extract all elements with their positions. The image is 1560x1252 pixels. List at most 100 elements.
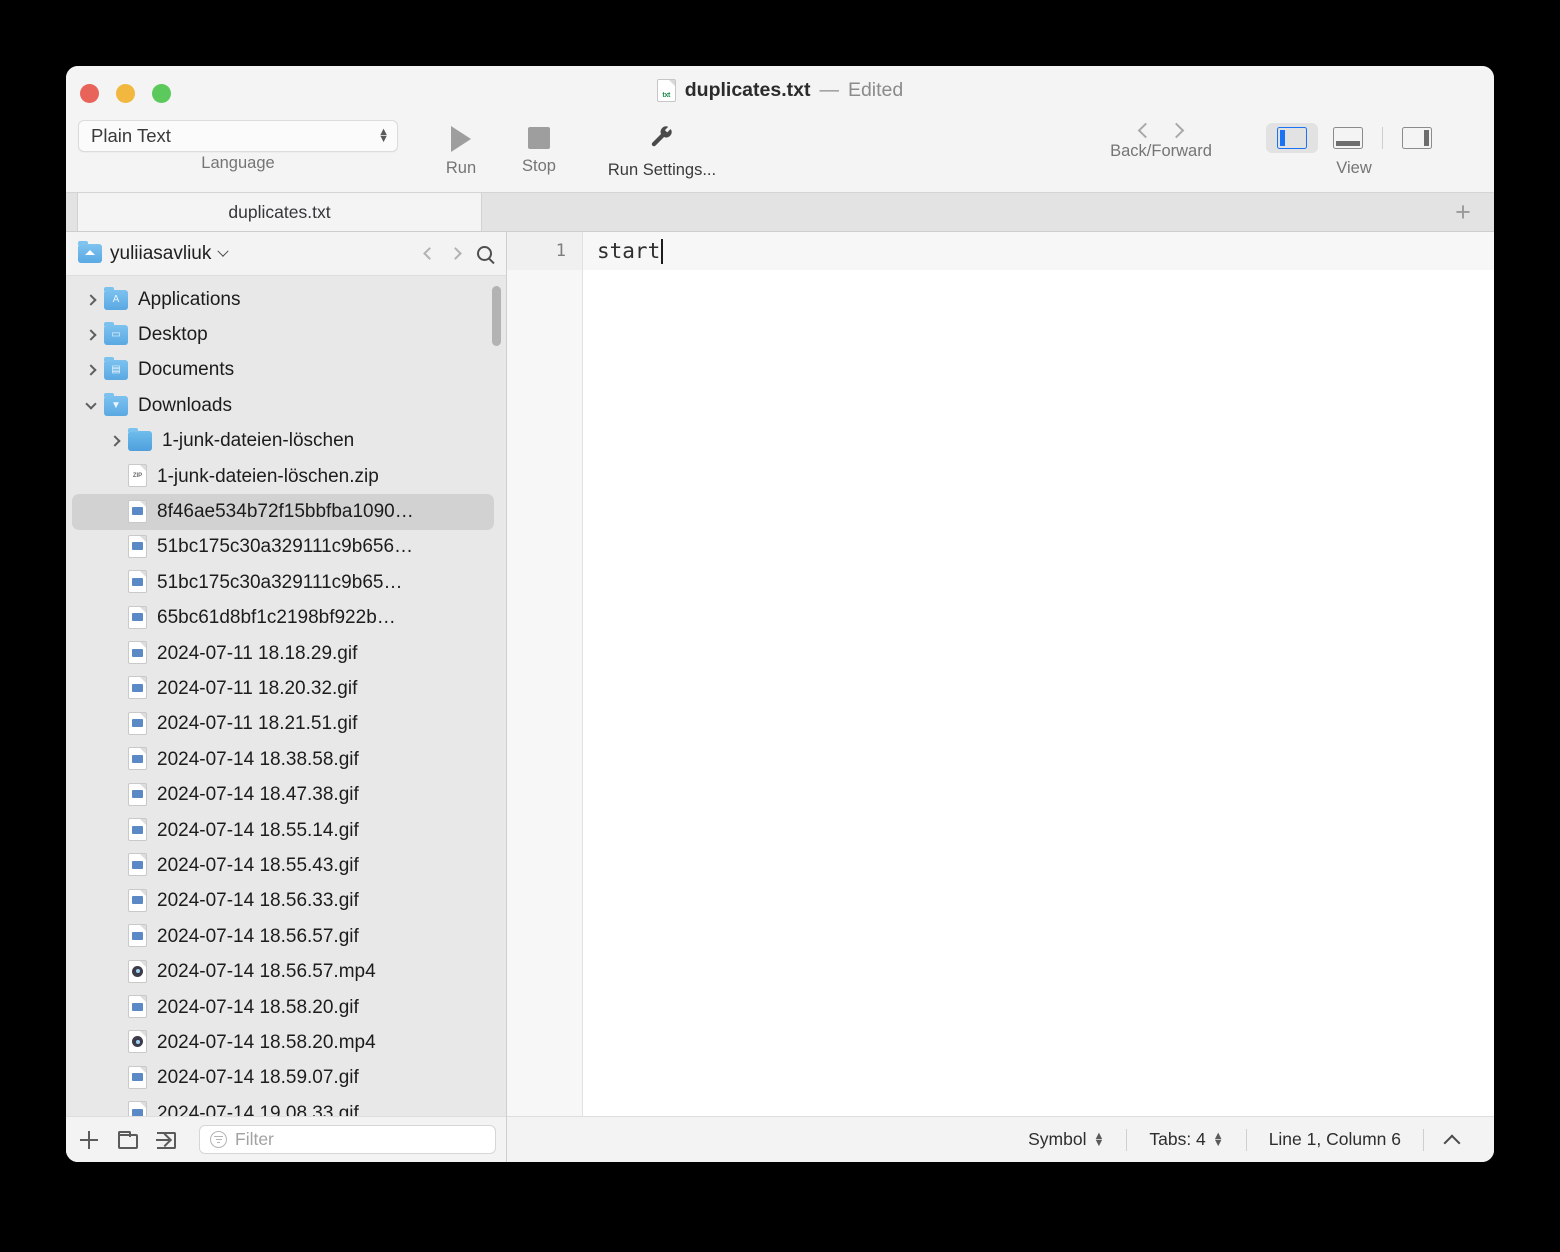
tab-duplicates-txt[interactable]: duplicates.txt [78,193,482,231]
file-tree-row[interactable]: 65bc61d8bf1c2198bf922b… [66,601,506,636]
file-tree-row[interactable]: 51bc175c30a329111c9b656… [66,530,506,565]
file-tree-row[interactable]: 2024-07-14 18.55.14.gif [66,813,506,848]
status-bar: Symbol ▲ ▼ Tabs: 4 ▲ ▼ Line 1, Column 6 [507,1116,1494,1162]
file-tree-row-label: Downloads [138,394,232,416]
sidebar: yuliiasavliuk A Applications ▭ Desktop ▤ Docu… [66,232,507,1162]
forward-button[interactable] [1168,122,1185,139]
file-tree-row-label: 2024-07-14 18.58.20.gif [157,996,359,1018]
file-tree-row-label: 2024-07-14 19.08.33.gif [157,1102,359,1116]
folder-icon: A [104,286,128,310]
sidebar-footer: Filter [66,1116,506,1162]
file-tree[interactable]: A Applications ▭ Desktop ▤ Documents ▼ Download… [66,276,506,1116]
sidebar-back-icon[interactable] [423,247,436,260]
app-window: txt duplicates.txt — Edited Plain Text ▲… [66,66,1494,1162]
run-settings-label: Run Settings... [607,161,717,179]
file-tree-row[interactable]: ZIP 1-junk-dateien-löschen.zip [66,459,506,494]
toolbar: Plain Text ▲ ▼ Language Run Stop Run Sett… [66,120,1494,192]
stop-icon [528,127,550,149]
run-button[interactable]: Run [428,122,494,178]
home-glyph [85,250,95,255]
stop-button[interactable]: Stop [506,122,572,176]
filter-input[interactable]: Filter [199,1125,496,1154]
view-divider [1381,127,1383,149]
code-editor[interactable]: 1 start [507,232,1494,1116]
file-tree-row[interactable]: 8f46ae534b72f15bbfba1090… [72,494,494,530]
file-tree-row[interactable]: 2024-07-11 18.20.32.gif [66,671,506,706]
file-tree-row[interactable]: 2024-07-11 18.18.29.gif [66,636,506,671]
language-select[interactable]: Plain Text ▲ ▼ [78,120,398,152]
code-content[interactable]: start [583,232,1494,1116]
file-tree-row[interactable]: 2024-07-11 18.21.51.gif [66,707,506,742]
back-forward-group: Back/Forward [1096,122,1226,161]
file-tree-row[interactable]: 1-junk-dateien-löschen [66,424,506,459]
chevron-right-icon[interactable] [78,294,104,306]
file-tree-row-label: 2024-07-14 18.55.43.gif [157,854,359,876]
image-file-icon [128,782,147,806]
file-tree-row[interactable]: 2024-07-14 18.56.57.mp4 [66,954,506,989]
file-tree-row[interactable]: 51bc175c30a329111c9b65… [66,565,506,600]
sidebar-scrollbar[interactable] [492,286,501,346]
file-tree-row-label: 2024-07-14 18.56.33.gif [157,890,359,912]
file-tree-row-label: 2024-07-11 18.20.32.gif [157,677,358,699]
toggle-bottom-panel-button[interactable] [1322,123,1374,153]
video-file-icon [128,1030,147,1054]
file-tree-row[interactable]: 2024-07-14 18.59.07.gif [66,1061,506,1096]
file-tree-row[interactable]: 2024-07-14 18.47.38.gif [66,777,506,812]
run-label: Run [445,159,477,177]
title-dash: — [819,79,839,101]
right-sidebar-icon [1401,127,1432,149]
add-file-icon[interactable] [78,1129,100,1151]
chevron-right-icon[interactable] [78,329,104,341]
cursor-position: Line 1, Column 6 [1247,1129,1423,1150]
file-tree-row[interactable]: 2024-07-14 18.56.57.gif [66,919,506,954]
file-tree-row[interactable]: ▭ Desktop [66,317,506,352]
code-line[interactable]: start [583,232,1494,270]
sidebar-root-name: yuliiasavliuk [110,242,212,264]
chevron-down-icon[interactable] [78,398,104,410]
folder-icon [128,428,152,452]
new-folder-icon[interactable] [117,1129,139,1151]
filter-placeholder: Filter [235,1129,274,1149]
expand-panel-button[interactable] [1424,1134,1480,1151]
image-file-icon [128,676,147,700]
title-filename: duplicates.txt [684,79,811,101]
file-tree-row-label: 2024-07-14 18.56.57.gif [157,925,359,947]
wrench-icon [649,125,675,156]
file-tree-row[interactable]: 2024-07-14 19.08.33.gif [66,1096,506,1116]
back-button[interactable] [1137,122,1154,139]
image-file-icon [128,499,147,523]
file-tree-row[interactable]: 2024-07-14 18.55.43.gif [66,848,506,883]
view-label: View [1336,159,1372,177]
toggle-right-sidebar-button[interactable] [1391,123,1443,153]
file-tree-row[interactable]: A Applications [66,282,506,317]
window-title: txt duplicates.txt — Edited [66,79,1494,102]
bottom-panel-icon [1332,127,1363,149]
file-tree-row[interactable]: 2024-07-14 18.58.20.mp4 [66,1025,506,1060]
editor-area: 1 start Symbol ▲ ▼ Tabs: 4 ▲ ▼ Line 1, C… [507,232,1494,1162]
chevron-right-icon[interactable] [102,435,128,447]
tab-bar-empty-space [482,193,1494,231]
symbol-selector[interactable]: Symbol ▲ ▼ [1006,1129,1126,1150]
tabs-selector[interactable]: Tabs: 4 ▲ ▼ [1127,1129,1245,1150]
import-icon[interactable] [156,1129,178,1151]
chevron-right-icon[interactable] [78,364,104,377]
new-tab-button[interactable]: + [1446,193,1480,231]
file-tree-row[interactable]: ▤ Documents [66,353,506,388]
image-file-icon [128,1101,147,1116]
file-tree-row-label: 2024-07-11 18.18.29.gif [157,642,358,664]
file-tree-row[interactable]: ▼ Downloads [66,388,506,423]
window-body: yuliiasavliuk A Applications ▭ Desktop ▤ Docu… [66,232,1494,1162]
file-tree-row[interactable]: 2024-07-14 18.58.20.gif [66,990,506,1025]
image-file-icon [128,995,147,1018]
file-tree-row[interactable]: 2024-07-14 18.56.33.gif [66,884,506,919]
file-tree-row-label: 8f46ae534b72f15bbfba1090… [157,501,414,523]
file-tree-row[interactable]: 2024-07-14 18.38.58.gif [66,742,506,777]
run-settings-button[interactable]: Run Settings... [576,122,748,180]
folder-icon: ▼ [104,392,128,416]
chevron-down-icon[interactable] [217,245,230,257]
toggle-left-sidebar-button[interactable] [1265,123,1318,153]
file-tree-row-label: 1-junk-dateien-löschen [162,430,355,452]
chevron-up-icon [1443,1134,1461,1151]
sidebar-forward-icon[interactable] [449,247,462,260]
search-icon[interactable] [477,246,492,261]
